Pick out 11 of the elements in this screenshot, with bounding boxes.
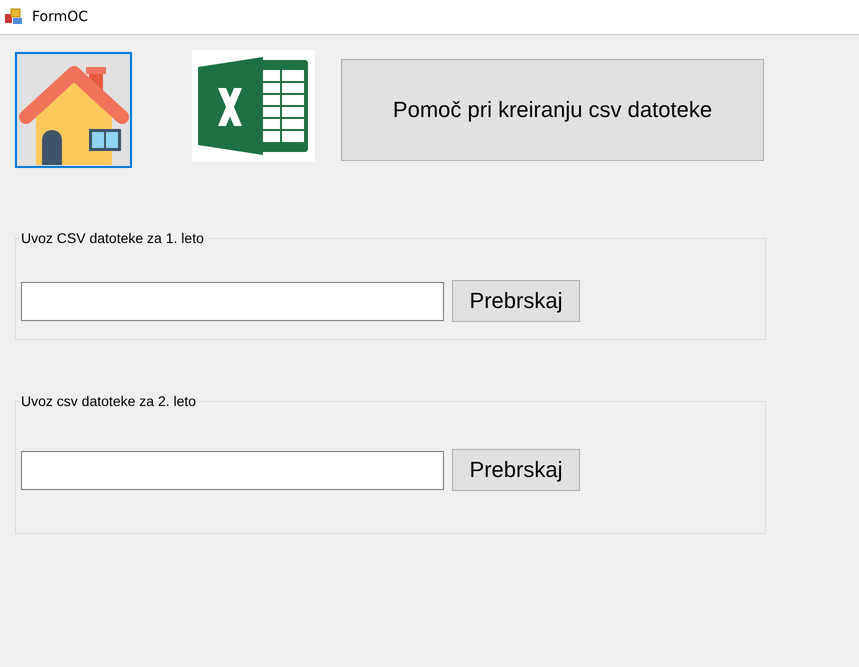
group-title: Uvoz CSV datoteke za 1. leto xyxy=(20,230,205,246)
app-icon xyxy=(4,8,24,26)
window-title: FormOC xyxy=(32,9,88,25)
help-button[interactable]: Pomoč pri kreiranju csv datoteke xyxy=(341,59,764,161)
home-button[interactable] xyxy=(15,52,132,168)
spreadsheet-icon xyxy=(192,50,315,162)
file-path-field[interactable] xyxy=(21,450,444,490)
file-path-field[interactable] xyxy=(21,282,444,320)
browse-button[interactable]: Prebrskaj xyxy=(452,449,580,491)
browse-button[interactable]: Prebrskaj xyxy=(452,280,580,322)
group-title: Uvoz csv datoteke za 2. leto xyxy=(20,393,198,409)
